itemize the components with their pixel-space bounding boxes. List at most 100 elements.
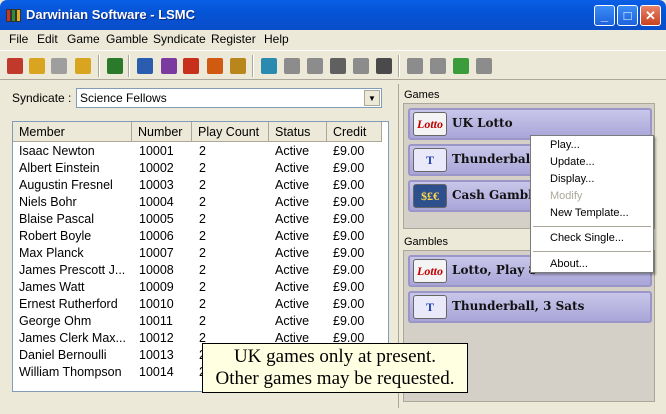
toolbar-button-app[interactable] — [4, 55, 26, 77]
menu-item-modify[interactable]: Modify — [550, 190, 582, 202]
table-row[interactable]: Ernest Rutherford 10010 2 Active £9.00 — [13, 296, 388, 313]
minimize-icon: _ — [600, 8, 609, 23]
close-button[interactable]: ✕ — [640, 5, 661, 26]
menu-game[interactable]: Game — [67, 32, 100, 46]
cell-number: 10004 — [139, 195, 174, 209]
cell-member: Blaise Pascal — [19, 212, 95, 226]
cell-play-count: 2 — [199, 229, 206, 243]
toolbar-button-forward[interactable] — [204, 55, 226, 77]
cell-number: 10002 — [139, 161, 174, 175]
toolbar-button-stamp[interactable] — [227, 55, 249, 77]
syndicate-select[interactable]: Science Fellows ▼ — [76, 88, 382, 108]
open-icon — [75, 58, 91, 74]
table-row[interactable]: George Ohm 10011 2 Active £9.00 — [13, 313, 388, 330]
cell-status: Active — [275, 297, 310, 311]
cell-credit: £9.00 — [333, 229, 365, 243]
save-icon — [51, 58, 67, 74]
table-row[interactable]: Max Planck 10007 2 Active £9.00 — [13, 245, 388, 262]
toolbar-separator — [128, 55, 130, 77]
context-menu: Play... Update... Display... Modify New … — [530, 135, 654, 273]
menu-syndicate[interactable]: Syndicate — [153, 32, 206, 46]
column-header-member[interactable]: Member — [13, 122, 132, 142]
table-row[interactable]: Robert Boyle 10006 2 Active £9.00 — [13, 228, 388, 245]
cell-play-count: 2 — [199, 297, 206, 311]
menu-separator — [533, 251, 651, 252]
cell-member: James Prescott J... — [19, 263, 126, 277]
menu-help[interactable]: Help — [264, 32, 289, 46]
cell-play-count: 2 — [199, 280, 206, 294]
column-header-play-count[interactable]: Play Count — [192, 122, 269, 142]
games-label: Games — [404, 89, 440, 101]
toolbar-button-paintbrush[interactable] — [180, 55, 202, 77]
toolbar-button-bank[interactable] — [404, 55, 426, 77]
minimize-button[interactable]: _ — [594, 5, 615, 26]
table-row[interactable]: Isaac Newton 10001 2 Active £9.00 — [13, 143, 388, 160]
table-row[interactable]: Albert Einstein 10002 2 Active £9.00 — [13, 160, 388, 177]
printer-icon — [376, 58, 392, 74]
toolbar-button-grid[interactable] — [158, 55, 180, 77]
toolbar-button-document[interactable] — [327, 55, 349, 77]
cell-play-count: 2 — [199, 178, 206, 192]
cell-status: Active — [275, 212, 310, 226]
syndicate-label: Syndicate : — [12, 91, 72, 105]
cell-credit: £9.00 — [333, 246, 365, 260]
cell-member: Niels Bohr — [19, 195, 77, 209]
document-icon — [330, 58, 346, 74]
menu-register[interactable]: Register — [211, 32, 256, 46]
toolbar-button-page[interactable] — [473, 55, 495, 77]
menu-item-display[interactable]: Display... — [550, 173, 594, 185]
cell-member: Robert Boyle — [19, 229, 92, 243]
menu-file[interactable]: File — [9, 32, 28, 46]
toolbar-button-checklist[interactable] — [104, 55, 126, 77]
table-row[interactable]: Blaise Pascal 10005 2 Active £9.00 — [13, 211, 388, 228]
cell-play-count: 2 — [199, 144, 206, 158]
menu-gamble[interactable]: Gamble — [106, 32, 148, 46]
menu-item-update[interactable]: Update... — [550, 156, 595, 168]
toolbar-button-display[interactable] — [258, 55, 280, 77]
toolbar-button-dots[interactable] — [350, 55, 372, 77]
menu-item-about[interactable]: About... — [550, 258, 588, 270]
toolbar-separator — [252, 55, 254, 77]
menu-item-new-template[interactable]: New Template... — [550, 207, 629, 219]
cell-status: Active — [275, 263, 310, 277]
chevron-down-icon[interactable]: ▼ — [364, 90, 380, 106]
table-row[interactable]: James Prescott J... 10008 2 Active £9.00 — [13, 262, 388, 279]
cell-status: Active — [275, 144, 310, 158]
toolbar-button-open[interactable] — [72, 55, 94, 77]
cell-play-count: 2 — [199, 263, 206, 277]
gamble-thunderball-3-sats[interactable]: T Thunderball, 3 Sats — [408, 291, 652, 323]
cell-number: 10012 — [139, 331, 174, 345]
signpost-icon — [430, 58, 446, 74]
toolbar-button-save[interactable] — [48, 55, 70, 77]
books-icon — [6, 7, 22, 23]
column-header-credit[interactable]: Credit — [327, 122, 382, 142]
cell-member: Ernest Rutherford — [19, 297, 118, 311]
cell-member: James Clerk Max... — [19, 331, 126, 345]
menu-item-check-single[interactable]: Check Single... — [550, 232, 624, 244]
menu-separator — [533, 226, 651, 227]
cell-member: Albert Einstein — [19, 161, 100, 175]
table-header: Member Number Play Count Status Credit — [13, 122, 388, 142]
column-header-status[interactable]: Status — [269, 122, 327, 142]
toolbar-button-signpost[interactable] — [427, 55, 449, 77]
cell-credit: £9.00 — [333, 297, 365, 311]
toolbar-button-gift[interactable] — [281, 55, 303, 77]
toolbar-button-open-folder[interactable] — [26, 55, 48, 77]
cell-number: 10001 — [139, 144, 174, 158]
table-row[interactable]: Augustin Fresnel 10003 2 Active £9.00 — [13, 177, 388, 194]
monitor-icon — [137, 58, 153, 74]
menu-edit[interactable]: Edit — [37, 32, 58, 46]
column-header-number[interactable]: Number — [132, 122, 192, 142]
toolbar-button-printer[interactable] — [373, 55, 395, 77]
maximize-button[interactable]: □ — [617, 5, 638, 26]
table-row[interactable]: James Watt 10009 2 Active £9.00 — [13, 279, 388, 296]
toolbar-button-box[interactable] — [304, 55, 326, 77]
menu-item-play[interactable]: Play... — [550, 139, 580, 151]
toolbar-button-monitor[interactable] — [134, 55, 156, 77]
stamp-icon — [230, 58, 246, 74]
toolbar-button-person[interactable] — [450, 55, 472, 77]
cell-status: Active — [275, 178, 310, 192]
table-row[interactable]: Niels Bohr 10004 2 Active £9.00 — [13, 194, 388, 211]
game-name: Thunderball — [452, 152, 535, 166]
cell-number: 10003 — [139, 178, 174, 192]
